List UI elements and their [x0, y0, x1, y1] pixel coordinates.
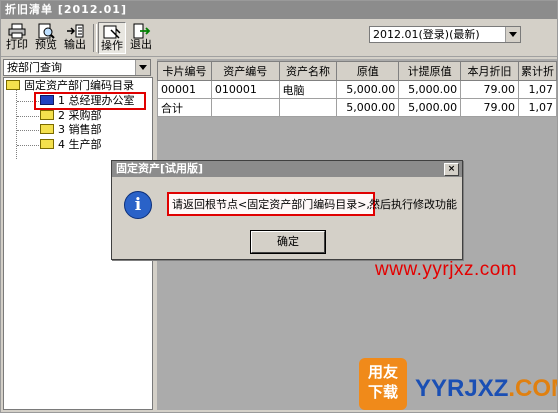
preview-icon [38, 23, 55, 39]
operate-icon [103, 25, 121, 39]
column-header[interactable]: 本月折旧 [460, 61, 519, 81]
table-row[interactable]: 00001 010001 电脑 5,000.00 5,000.00 79.00 … [157, 80, 557, 99]
table-cell: 5,000.00 [336, 98, 400, 117]
watermark-brand-name: YYRJXZ [415, 375, 509, 402]
dialog-title: 固定资产[试用版] [112, 161, 462, 177]
folder-icon [40, 124, 54, 134]
tree-node-purchasing[interactable]: 2 采购部 [40, 109, 102, 123]
tree-node-label: 固定资产部门编码目录 [24, 79, 134, 92]
watermark-brand: YYRJXZ.COM [415, 375, 557, 403]
watermark-url: www.yyrjxz.com [375, 259, 518, 280]
folder-icon [40, 139, 54, 149]
depreciation-table: 卡片编号 资产编号 资产名称 原值 计提原值 本月折旧 累计折 00001 01… [157, 61, 557, 117]
column-header[interactable]: 资产名称 [278, 61, 338, 81]
table-cell: 010001 [210, 80, 280, 99]
tree-node-label: 3 销售部 [58, 123, 102, 136]
table-cell: 79.00 [460, 98, 519, 117]
tree-node-sales[interactable]: 3 销售部 [40, 123, 102, 137]
highlight-box [34, 92, 146, 110]
table-cell: 电脑 [278, 80, 338, 99]
close-icon[interactable]: × [444, 163, 459, 176]
exit-icon [133, 23, 151, 39]
tree-line [17, 130, 39, 131]
table-cell: 1,07 [517, 98, 557, 117]
table-cell [278, 98, 338, 117]
message-dialog: 固定资产[试用版] × i 请返回根节点<固定资产部门编码目录>, 然后执行修改… [111, 160, 463, 260]
chevron-down-icon[interactable] [135, 60, 150, 75]
tree-node-label: 2 采购部 [58, 109, 102, 122]
app-window: 折旧清单 [2012.01] 打印 预览 输出 操作 退出 2012.01(登录… [0, 0, 558, 413]
printer-icon [8, 23, 26, 39]
watermark-logo-line1: 用友 [367, 363, 398, 381]
operate-button[interactable]: 操作 [98, 22, 126, 54]
tree-node-production[interactable]: 4 生产部 [40, 138, 102, 152]
column-header[interactable]: 累计折 [517, 61, 557, 81]
table-cell: 1,07 [517, 80, 557, 99]
table-cell: 5,000.00 [398, 80, 462, 99]
ok-button[interactable]: 确定 [250, 230, 326, 254]
dialog-message-highlight: 请返回根节点<固定资产部门编码目录>, [172, 198, 370, 211]
exit-label: 退出 [130, 38, 152, 51]
folder-icon [6, 80, 20, 90]
chevron-down-icon[interactable] [505, 27, 520, 42]
toolbar-separator [93, 24, 97, 52]
table-header-row: 卡片编号 资产编号 资产名称 原值 计提原值 本月折旧 累计折 [157, 61, 557, 81]
print-button[interactable]: 打印 [3, 22, 31, 54]
column-header[interactable]: 计提原值 [398, 61, 462, 81]
period-select-value: 2012.01(登录)(最新) [373, 28, 480, 41]
table-cell: 5,000.00 [398, 98, 462, 117]
print-label: 打印 [6, 38, 28, 51]
tree-node-label: 4 生产部 [58, 138, 102, 151]
table-cell: 79.00 [460, 80, 519, 99]
column-header[interactable]: 卡片编号 [157, 61, 212, 81]
window-title: 折旧清单 [2012.01] [1, 1, 557, 19]
operate-label: 操作 [101, 39, 123, 52]
period-select[interactable]: 2012.01(登录)(最新) [369, 26, 521, 43]
table-cell: 5,000.00 [336, 80, 400, 99]
tree-node-root[interactable]: 固定资产部门编码目录 [6, 79, 134, 93]
table-cell: 00001 [157, 80, 212, 99]
query-mode-value: 按部门查询 [7, 61, 62, 74]
exit-button[interactable]: 退出 [127, 22, 155, 54]
watermark-brand-suffix: .COM [508, 375, 557, 402]
watermark-logo-line2: 下载 [367, 383, 398, 401]
table-cell: 合计 [157, 98, 212, 117]
export-label: 输出 [64, 38, 86, 51]
tree-line [17, 116, 39, 117]
column-header[interactable]: 原值 [336, 61, 400, 81]
dialog-message-rest: 然后执行修改功能 [369, 198, 457, 211]
table-total-row[interactable]: 合计 5,000.00 5,000.00 79.00 1,07 [157, 98, 557, 117]
export-button[interactable]: 输出 [61, 22, 89, 54]
preview-label: 预览 [35, 38, 57, 51]
watermark-logo: 用友 下载 [359, 358, 407, 410]
table-cell [210, 98, 280, 117]
tree-line [17, 145, 39, 146]
info-icon: i [124, 191, 152, 219]
preview-button[interactable]: 预览 [32, 22, 60, 54]
export-icon [67, 24, 84, 38]
message-highlight-box: 请返回根节点<固定资产部门编码目录>, [167, 192, 375, 216]
folder-icon [40, 110, 54, 120]
query-mode-select[interactable]: 按部门查询 [3, 59, 151, 76]
column-header[interactable]: 资产编号 [210, 61, 280, 81]
